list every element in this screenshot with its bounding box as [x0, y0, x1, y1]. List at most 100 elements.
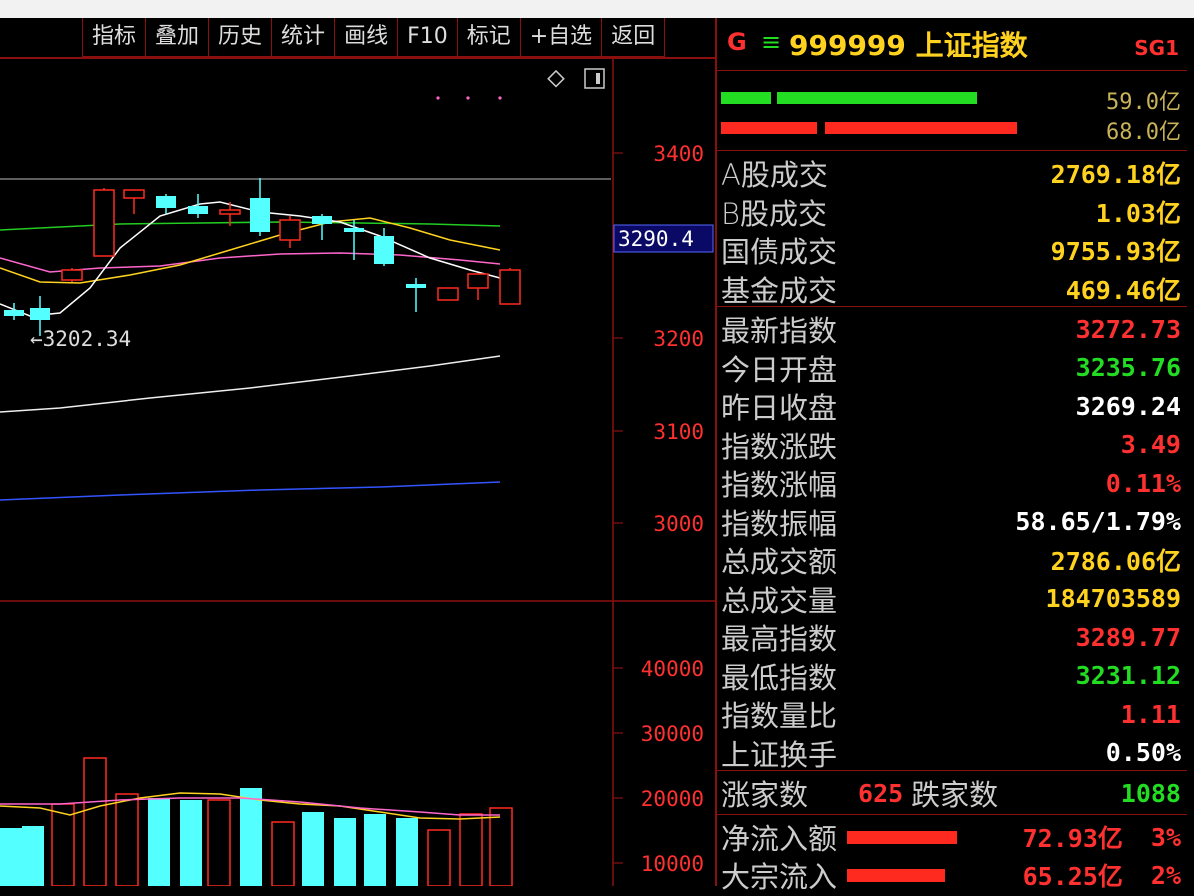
volume-bar	[427, 829, 451, 886]
sg-badge[interactable]: SG1	[1134, 36, 1179, 60]
buy-ratio-bar	[721, 92, 771, 104]
buy-ratio-bar-2	[777, 92, 977, 104]
turnover-label: 国债成交	[721, 235, 838, 269]
flow-value: 72.93亿	[1022, 824, 1123, 853]
ma60-line	[0, 355, 501, 413]
volume-bar	[271, 821, 295, 886]
candle-body	[344, 228, 364, 232]
candle-body	[467, 273, 489, 289]
volume-bar	[148, 798, 170, 886]
index-stat-value: 3272.73	[1075, 314, 1181, 344]
flow-pct: 2%	[1150, 860, 1181, 890]
ma120-line	[0, 481, 501, 501]
top-window-strip	[0, 0, 1194, 18]
red-bar-value: 68.0亿	[1106, 120, 1181, 145]
down-count-label: 跌家数	[911, 778, 999, 812]
index-stat-label: 上证换手	[721, 737, 838, 772]
volume-tick-40000: 40000	[641, 657, 704, 681]
panel-toggle-icon[interactable]	[584, 68, 605, 89]
flow-row: 净流入额 72.93亿 3%	[721, 818, 1181, 856]
candle-body	[188, 206, 208, 214]
index-stat-label: 总成交量	[721, 583, 838, 618]
turnover-value: 9755.93亿	[1050, 237, 1181, 266]
volume-bar	[83, 757, 107, 886]
draw-line-button[interactable]: 画线	[334, 18, 398, 57]
index-stat-row: 最低指数 3231.12	[721, 657, 1181, 695]
index-stat-value: 0.11%	[1105, 468, 1181, 498]
volume-bar	[334, 818, 356, 886]
volume-bar	[396, 818, 418, 886]
flow-label: 大宗流入	[721, 860, 838, 894]
green-bar-value: 59.0亿	[1106, 90, 1181, 115]
up-count: 625	[858, 778, 904, 808]
index-stat-value: 3235.76	[1075, 353, 1181, 382]
index-stat-row: 指数涨跌 3.49	[721, 426, 1181, 464]
f10-button[interactable]: F10	[397, 18, 457, 57]
index-stat-row: 今日开盘 3235.76	[721, 349, 1181, 387]
index-stat-label: 指数量比	[721, 699, 838, 733]
volume-bar	[240, 788, 262, 886]
index-stat-row: 指数量比 1.11	[721, 695, 1181, 733]
candle-body	[156, 196, 176, 208]
current-price: 3290.4	[618, 227, 694, 251]
candle-body	[374, 236, 394, 264]
candle-body	[406, 284, 426, 288]
history-button[interactable]: 历史	[208, 18, 272, 57]
index-stat-label: 指数涨跌	[721, 429, 838, 464]
candle-body	[312, 216, 332, 224]
flow-pct: 3%	[1150, 822, 1181, 852]
index-stat-value: 1.11	[1120, 699, 1181, 729]
flow-value: 65.25亿	[1022, 862, 1123, 891]
volume-bar	[22, 826, 44, 886]
candle-body	[93, 189, 115, 257]
index-stat-label: 最高指数	[721, 622, 838, 656]
index-stat-row: 总成交额 2786.06亿	[721, 541, 1181, 579]
index-stat-label: 昨日收盘	[721, 391, 838, 425]
flow-row: 大宗流入 65.25亿 2%	[721, 856, 1181, 894]
index-stat-row: 总成交量 184703589	[721, 580, 1181, 618]
index-stat-row: 最新指数 3272.73	[721, 310, 1181, 348]
index-stat-label: 今日开盘	[721, 352, 838, 387]
volume-tick-30000: 30000	[641, 722, 704, 746]
candle-body	[219, 209, 241, 215]
volume-bar	[51, 803, 75, 886]
volume-bar	[180, 800, 202, 886]
kline-chart[interactable]: ←3202.34 3400 3200 3100 3000 40000 30000…	[0, 18, 715, 886]
g-icon[interactable]: G	[727, 28, 747, 56]
toolbar: 指标 叠加 历史 统计 画线 F10 标记 +自选 返回	[82, 18, 666, 58]
index-stat-value: 3289.77	[1075, 622, 1181, 652]
volume-tick-20000: 20000	[641, 787, 704, 811]
diamond-icon[interactable]	[547, 69, 565, 88]
turnover-label: B股成交	[721, 196, 827, 231]
turnover-row: 基金成交 469.46亿	[721, 270, 1181, 308]
candle-body	[61, 269, 83, 281]
candle-body	[123, 189, 145, 199]
index-stat-value: 0.50%	[1105, 738, 1181, 767]
index-stat-row: 昨日收盘 3269.24	[721, 387, 1181, 425]
price-tick-3000: 3000	[653, 512, 704, 536]
index-stat-label: 最低指数	[721, 660, 838, 695]
turnover-row: B股成交 1.03亿	[721, 193, 1181, 231]
add-watchlist-button[interactable]: +自选	[519, 18, 602, 57]
turnover-label: 基金成交	[721, 273, 838, 308]
index-stat-value: 3.49	[1120, 430, 1181, 459]
back-button[interactable]: 返回	[601, 18, 666, 57]
advance-decline-row: 涨家数 625 跌家数 1088	[721, 774, 1181, 812]
flow-label: 净流入额	[721, 822, 838, 856]
index-stat-row: 指数涨幅 0.11%	[721, 464, 1181, 502]
volume-bar	[115, 793, 139, 886]
candle-body	[437, 287, 459, 301]
indicator-dots	[436, 96, 502, 100]
menu-icon[interactable]: ≡	[761, 28, 781, 56]
overlay-button[interactable]: 叠加	[145, 18, 209, 57]
indicator-button[interactable]: 指标	[82, 18, 146, 57]
flow-bar	[847, 830, 958, 844]
statistics-button[interactable]: 统计	[271, 18, 335, 57]
low-price-annotation: ←3202.34	[30, 327, 131, 351]
candle-body	[250, 198, 270, 232]
mark-button[interactable]: 标记	[456, 18, 520, 57]
index-stat-label: 指数涨幅	[721, 468, 838, 502]
volume-bar	[0, 828, 22, 886]
index-title: 999999 上证指数	[789, 29, 1028, 62]
index-stat-value: 3231.12	[1075, 661, 1181, 690]
